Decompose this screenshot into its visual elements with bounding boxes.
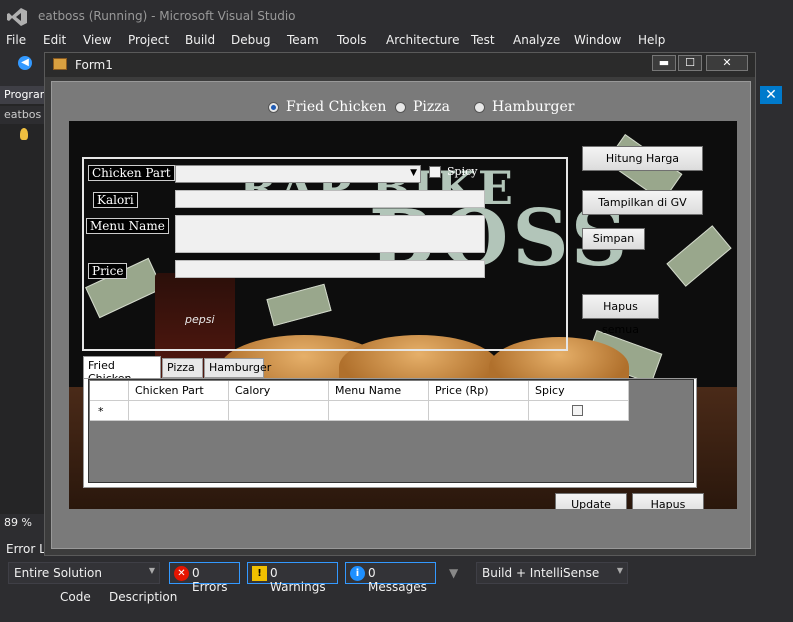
spicy-checkbox[interactable] (429, 166, 441, 178)
warnings-count: 0 Warnings (270, 566, 326, 594)
radio-fried-chicken-label: Fried Chicken (286, 99, 387, 115)
menu-tools[interactable]: Tools (337, 33, 367, 47)
messages-filter-button[interactable]: i0 Messages (345, 562, 436, 594)
tab-hamburger[interactable]: Hamburger (204, 358, 271, 378)
hapus-semua-button[interactable]: Hapus semua (582, 294, 659, 336)
chicken-part-dropdown[interactable]: ▼ (175, 165, 421, 183)
errors-filter-button[interactable]: ✕ 0 Errors (169, 562, 240, 594)
update-button[interactable]: Update (555, 493, 627, 509)
minimize-button[interactable]: ▬ (652, 55, 676, 71)
price-input[interactable] (175, 260, 485, 278)
menu-test[interactable]: Test (471, 33, 495, 47)
warnings-filter-button[interactable]: ! 0 Warnings (247, 562, 338, 594)
build-filter-dropdown[interactable]: Build + IntelliSense ▼ (476, 562, 628, 584)
chevron-down-icon: ▼ (410, 168, 417, 178)
column-calory[interactable]: Calory (229, 381, 329, 401)
menu-project[interactable]: Project (128, 33, 169, 47)
radio-button (474, 101, 485, 113)
radio-button (395, 101, 406, 113)
menu-view[interactable]: View (83, 33, 111, 47)
warning-icon: ! (252, 566, 267, 581)
radio-fried-chicken[interactable]: Fried Chicken (268, 98, 386, 116)
cell-spicy[interactable] (529, 401, 629, 421)
vs-window-title: eatboss (Running) - Microsoft Visual Stu… (38, 9, 296, 23)
price-label: Price (88, 263, 128, 279)
cell-menu-name[interactable] (329, 401, 429, 421)
simpan-button[interactable]: Simpan (582, 228, 645, 250)
hapus-button[interactable]: Hapus (632, 493, 704, 509)
menu-file[interactable]: File (6, 33, 26, 47)
radio-pizza[interactable]: Pizza (395, 98, 450, 116)
info-icon: i (350, 566, 365, 581)
chevron-down-icon: ▼ (616, 566, 623, 575)
menu-window[interactable]: Window (574, 33, 621, 47)
back-icon[interactable]: ◀ (18, 56, 32, 70)
background-image: RAP BIKE BOSS pepsi Chicken Part ▼ Spicy… (69, 121, 737, 509)
lightbulb-icon[interactable] (20, 128, 28, 140)
radio-hamburger[interactable]: Hamburger (474, 98, 574, 116)
vs-left-panel (0, 86, 48, 516)
maximize-button[interactable]: ☐ (678, 55, 702, 71)
column-description[interactable]: Description (109, 590, 177, 604)
cell-price[interactable] (429, 401, 529, 421)
menu-name-label: Menu Name (86, 218, 169, 234)
cell-calory[interactable] (229, 401, 329, 421)
form-app-icon (53, 58, 67, 70)
kalori-input[interactable] (175, 190, 485, 208)
close-button[interactable]: ✕ (706, 55, 748, 71)
tab-page-fried-chicken: Chicken Part Calory Menu Name Price (Rp)… (83, 378, 697, 488)
close-panel-icon[interactable]: ✕ (760, 86, 782, 104)
spicy-label: Spicy (447, 165, 478, 178)
column-spicy[interactable]: Spicy (529, 381, 629, 401)
radio-pizza-label: Pizza (413, 99, 450, 115)
row-header-corner (90, 381, 129, 401)
form-client-area: Fried Chicken Pizza Hamburger RAP BIKE B… (51, 81, 751, 549)
menu-team[interactable]: Team (287, 33, 319, 47)
vs-title-bar: eatboss (Running) - Microsoft Visual Stu… (0, 0, 793, 32)
kalori-label: Kalori (93, 192, 138, 208)
new-row-marker: * (90, 401, 129, 421)
form-title-bar[interactable]: Form1 ▬ ☐ ✕ (45, 53, 755, 77)
menu-edit[interactable]: Edit (43, 33, 66, 47)
form1-window: Form1 ▬ ☐ ✕ Fried Chicken Pizza Hamburge… (44, 52, 756, 556)
error-icon: ✕ (174, 566, 189, 581)
column-code[interactable]: Code (60, 590, 91, 604)
build-filter-value: Build + IntelliSense (482, 566, 600, 580)
vs-menu-bar: File Edit View Project Build Debug Team … (0, 32, 793, 50)
column-menu-name[interactable]: Menu Name (329, 381, 429, 401)
filter-icon[interactable]: ▼ (449, 566, 458, 580)
hitung-harga-button[interactable]: Hitung Harga (582, 146, 703, 171)
menu-help[interactable]: Help (638, 33, 665, 47)
cell-chicken-part[interactable] (129, 401, 229, 421)
spicy-cell-checkbox[interactable] (572, 405, 583, 416)
errors-count: 0 Errors (192, 566, 228, 594)
form-title: Form1 (75, 58, 113, 72)
menu-build[interactable]: Build (185, 33, 215, 47)
column-price[interactable]: Price (Rp) (429, 381, 529, 401)
radio-hamburger-label: Hamburger (492, 99, 575, 115)
menu-name-input[interactable] (175, 215, 485, 253)
radio-button-selected (268, 101, 279, 113)
scope-value: Entire Solution (14, 566, 102, 580)
money-bill-image (666, 225, 732, 287)
tab-fried-chicken[interactable]: Fried Chicken (83, 356, 161, 385)
chicken-part-label: Chicken Part (88, 165, 175, 181)
scope-dropdown[interactable]: Entire Solution ▼ (8, 562, 160, 584)
chevron-down-icon: ▼ (148, 566, 155, 575)
data-grid-view[interactable]: Chicken Part Calory Menu Name Price (Rp)… (88, 379, 694, 483)
menu-analyze[interactable]: Analyze (513, 33, 560, 47)
tab-pizza[interactable]: Pizza (162, 358, 203, 378)
visual-studio-icon (7, 8, 27, 26)
menu-debug[interactable]: Debug (231, 33, 270, 47)
messages-count: 0 Messages (368, 566, 427, 594)
tampilkan-di-gv-button[interactable]: Tampilkan di GV (582, 190, 703, 215)
menu-architecture[interactable]: Architecture (386, 33, 459, 47)
program-tab[interactable]: Program (0, 86, 50, 104)
solution-item[interactable]: eatbos (0, 106, 48, 124)
column-chicken-part[interactable]: Chicken Part (129, 381, 229, 401)
input-group-box: Chicken Part ▼ Spicy Kalori Menu Name Pr… (82, 157, 568, 351)
